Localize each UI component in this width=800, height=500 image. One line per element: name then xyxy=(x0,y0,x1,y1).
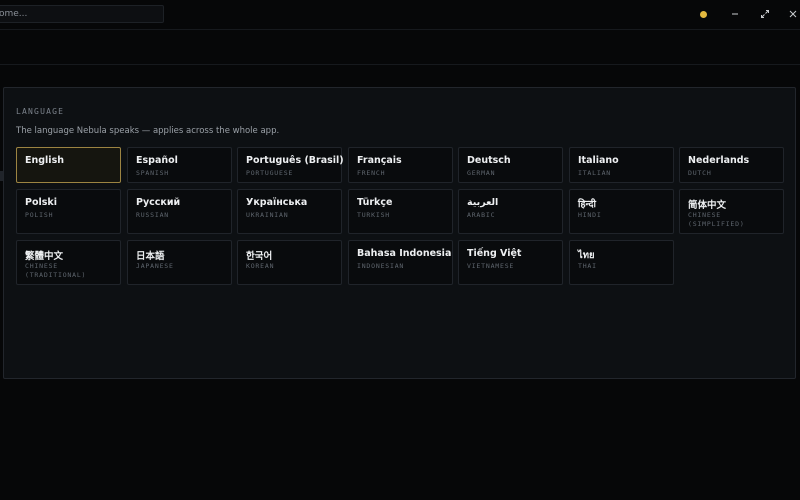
language-english-name: INDONESIAN xyxy=(357,262,405,270)
search-input[interactable] xyxy=(0,6,149,22)
language-native-name: 繁體中文 xyxy=(25,251,64,262)
language-english-name: DUTCH xyxy=(688,169,712,177)
language-option[interactable]: العربية ARABIC xyxy=(458,189,563,234)
language-english-name: CHINESE (SIMPLIFIED) xyxy=(688,211,745,228)
language-native-name: 日本語 xyxy=(136,251,165,262)
language-native-name: Español xyxy=(136,155,178,166)
language-option[interactable]: Українська UKRAINIAN xyxy=(237,189,342,234)
language-option[interactable]: Bahasa Indonesia INDONESIAN xyxy=(348,240,453,285)
top-bar xyxy=(0,0,800,30)
minimize-icon xyxy=(732,13,738,15)
minimize-button[interactable] xyxy=(727,6,743,22)
language-native-name: Polski xyxy=(25,197,57,208)
language-native-name: English xyxy=(25,155,64,166)
language-english-name: VIETNAMESE xyxy=(467,262,515,270)
language-native-name: العربية xyxy=(467,197,499,208)
language-native-name: Tiếng Việt xyxy=(467,248,522,259)
language-native-name: Nederlands xyxy=(688,155,750,166)
search-box[interactable] xyxy=(0,5,164,23)
language-english-name: TURKISH xyxy=(357,211,390,219)
language-option[interactable]: Polski POLISH xyxy=(16,189,121,234)
close-button[interactable] xyxy=(785,6,800,22)
language-english-name: KOREAN xyxy=(246,262,275,270)
language-native-name: 简体中文 xyxy=(688,200,727,211)
language-option[interactable]: ไทย THAI xyxy=(569,240,674,285)
language-native-name: Italiano xyxy=(578,155,619,166)
language-option[interactable]: Deutsch GERMAN xyxy=(458,147,563,183)
language-english-name: THAI xyxy=(578,262,597,270)
language-option[interactable]: Français FRENCH xyxy=(348,147,453,183)
language-english-name: FRENCH xyxy=(357,169,386,177)
language-option[interactable]: 日本語 JAPANESE xyxy=(127,240,232,285)
language-english-name: UKRAINIAN xyxy=(246,211,289,219)
status-indicator xyxy=(700,11,707,18)
language-option[interactable]: 한국어 KOREAN xyxy=(237,240,342,285)
language-option[interactable]: Tiếng Việt VIETNAMESE xyxy=(458,240,563,285)
language-english-name: ITALIAN xyxy=(578,169,611,177)
language-option[interactable]: Türkçe TURKISH xyxy=(348,189,453,234)
language-english-name: SPANISH xyxy=(136,169,169,177)
language-english-name: POLISH xyxy=(25,211,54,219)
language-english-name: RUSSIAN xyxy=(136,211,169,219)
language-option[interactable]: Español SPANISH xyxy=(127,147,232,183)
language-english-name: CHINESE (TRADITIONAL) xyxy=(25,262,87,279)
language-option[interactable]: English xyxy=(16,147,121,183)
language-native-name: Türkçe xyxy=(357,197,393,208)
language-panel: LANGUAGE The language Nebula speaks — ap… xyxy=(3,87,796,379)
language-native-name: Deutsch xyxy=(467,155,511,166)
language-option[interactable]: Italiano ITALIAN xyxy=(569,147,674,183)
language-english-name: PORTUGUESE xyxy=(246,169,294,177)
language-native-name: Bahasa Indonesia xyxy=(357,248,452,259)
language-native-name: Français xyxy=(357,155,402,166)
language-english-name: JAPANESE xyxy=(136,262,174,270)
language-option[interactable]: हिन्दी HINDI xyxy=(569,189,674,234)
language-native-name: 한국어 xyxy=(246,251,273,262)
section-description: The language Nebula speaks — applies acr… xyxy=(16,126,280,136)
language-option[interactable]: Русский RUSSIAN xyxy=(127,189,232,234)
language-english-name: HINDI xyxy=(578,211,602,219)
language-english-name: GERMAN xyxy=(467,169,496,177)
section-label: LANGUAGE xyxy=(16,107,65,116)
secondary-bar xyxy=(0,30,800,65)
language-english-name: ARABIC xyxy=(467,211,496,219)
language-option[interactable]: Nederlands DUTCH xyxy=(679,147,784,183)
language-native-name: Português (Brasil) xyxy=(246,155,344,166)
language-option[interactable]: 繁體中文 CHINESE (TRADITIONAL) xyxy=(16,240,121,285)
maximize-icon xyxy=(761,10,769,18)
language-option[interactable]: Português (Brasil) PORTUGUESE xyxy=(237,147,344,183)
close-icon xyxy=(789,10,797,18)
maximize-button[interactable] xyxy=(757,6,773,22)
language-native-name: Українська xyxy=(246,197,308,208)
language-native-name: Русский xyxy=(136,197,181,208)
language-option[interactable]: 简体中文 CHINESE (SIMPLIFIED) xyxy=(679,189,784,234)
language-native-name: हिन्दी xyxy=(578,199,596,210)
language-native-name: ไทย xyxy=(578,250,595,261)
